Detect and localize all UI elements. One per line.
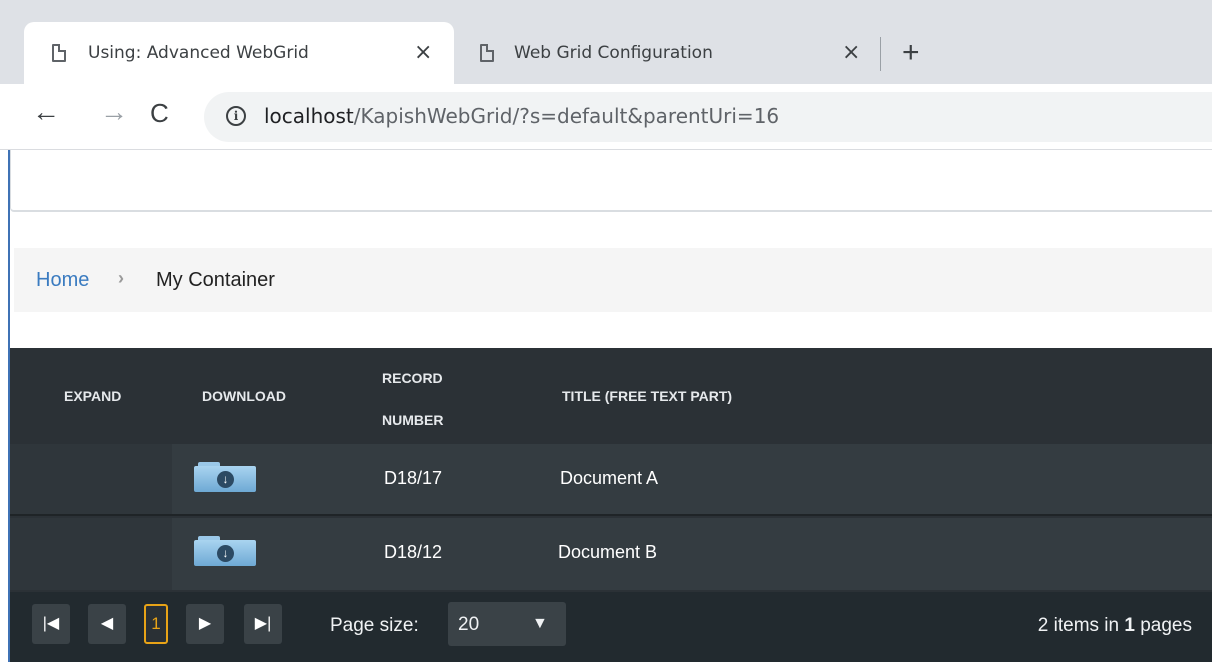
page-size-label: Page size: bbox=[330, 615, 419, 636]
previous-page-button[interactable]: ◀ bbox=[88, 604, 126, 644]
column-header-title[interactable]: TITLE (FREE TEXT PART) bbox=[562, 388, 732, 404]
title-cell[interactable]: Document B bbox=[558, 542, 657, 563]
close-tab-icon[interactable]: × bbox=[842, 40, 860, 65]
table-row[interactable]: ↓ D18/12 Document B bbox=[10, 518, 1212, 590]
close-tab-icon[interactable]: × bbox=[414, 40, 432, 65]
column-header-download[interactable]: DOWNLOAD bbox=[202, 388, 286, 404]
column-header-expand[interactable]: EXPAND bbox=[64, 388, 121, 404]
reload-button[interactable]: C bbox=[150, 98, 169, 129]
browser-toolbar: ← → C i localhost/KapishWebGrid/?s=defau… bbox=[0, 84, 1212, 150]
pager-info-pages: 1 bbox=[1124, 615, 1135, 636]
back-button[interactable]: ← bbox=[32, 96, 60, 128]
url-path: /KapishWebGrid/?s=default&parentUri=16 bbox=[353, 104, 780, 128]
web-grid: EXPAND DOWNLOAD RECORD NUMBER TITLE (FRE… bbox=[10, 348, 1212, 662]
page-size-select[interactable]: 20 ▼ bbox=[448, 602, 566, 646]
column-header-record-number-line2[interactable]: NUMBER bbox=[382, 412, 443, 428]
breadcrumb: Home › My Container bbox=[14, 248, 1212, 312]
breadcrumb-home-link[interactable]: Home bbox=[36, 269, 89, 292]
folder-download-icon[interactable]: ↓ bbox=[194, 536, 256, 566]
expand-cell[interactable] bbox=[10, 518, 172, 590]
page-icon bbox=[480, 44, 494, 62]
page-size-value: 20 bbox=[458, 614, 480, 635]
url-host: localhost bbox=[264, 104, 354, 128]
url-text[interactable]: localhost/KapishWebGrid/?s=default&paren… bbox=[264, 104, 779, 128]
next-page-button[interactable]: ▶ bbox=[186, 604, 224, 644]
column-header-record-number[interactable]: RECORD bbox=[382, 370, 443, 386]
tab-title: Using: Advanced WebGrid bbox=[88, 43, 309, 63]
chevron-right-icon: › bbox=[118, 268, 124, 288]
folder-download-icon[interactable]: ↓ bbox=[194, 462, 256, 492]
last-page-button[interactable]: ▶| bbox=[244, 604, 282, 644]
title-cell[interactable]: Document A bbox=[560, 468, 658, 489]
expand-cell[interactable] bbox=[10, 444, 172, 514]
info-icon[interactable]: i bbox=[226, 106, 246, 126]
download-arrow-icon: ↓ bbox=[217, 545, 234, 562]
download-arrow-icon: ↓ bbox=[217, 471, 234, 488]
first-page-button[interactable]: |◀ bbox=[32, 604, 70, 644]
grid-header: EXPAND DOWNLOAD RECORD NUMBER TITLE (FRE… bbox=[10, 348, 1212, 444]
tab-title: Web Grid Configuration bbox=[514, 43, 713, 63]
breadcrumb-current: My Container bbox=[156, 269, 275, 291]
forward-button[interactable]: → bbox=[100, 96, 128, 128]
tab-strip: Using: Advanced WebGrid × Web Grid Confi… bbox=[0, 0, 1212, 84]
dropdown-arrow-icon: ▼ bbox=[532, 615, 548, 632]
browser-window: Using: Advanced WebGrid × Web Grid Confi… bbox=[0, 0, 1212, 662]
page-header-bar bbox=[10, 150, 1212, 212]
table-row[interactable]: ↓ D18/17 Document A bbox=[10, 444, 1212, 516]
address-bar[interactable]: i localhost/KapishWebGrid/?s=default&par… bbox=[204, 92, 1212, 142]
pager-info-prefix: 2 items in bbox=[1037, 615, 1125, 636]
tab-using-advanced-webgrid[interactable]: Using: Advanced WebGrid × bbox=[24, 22, 454, 84]
pager-info: 2 items in 1 pages bbox=[1038, 615, 1192, 637]
pager-info-suffix: pages bbox=[1134, 615, 1192, 636]
record-number-cell: D18/17 bbox=[384, 468, 443, 488]
new-tab-button[interactable]: + bbox=[902, 36, 920, 70]
page-number-button[interactable]: 1 bbox=[144, 604, 168, 644]
page-icon bbox=[52, 44, 66, 62]
record-number-cell: D18/12 bbox=[384, 542, 443, 562]
grid-pager: |◀ ◀ 1 ▶ ▶| Page size: 20 ▼ 2 items in 1… bbox=[10, 592, 1212, 662]
tab-web-grid-configuration[interactable]: Web Grid Configuration × bbox=[462, 22, 880, 84]
tab-separator bbox=[880, 37, 881, 71]
